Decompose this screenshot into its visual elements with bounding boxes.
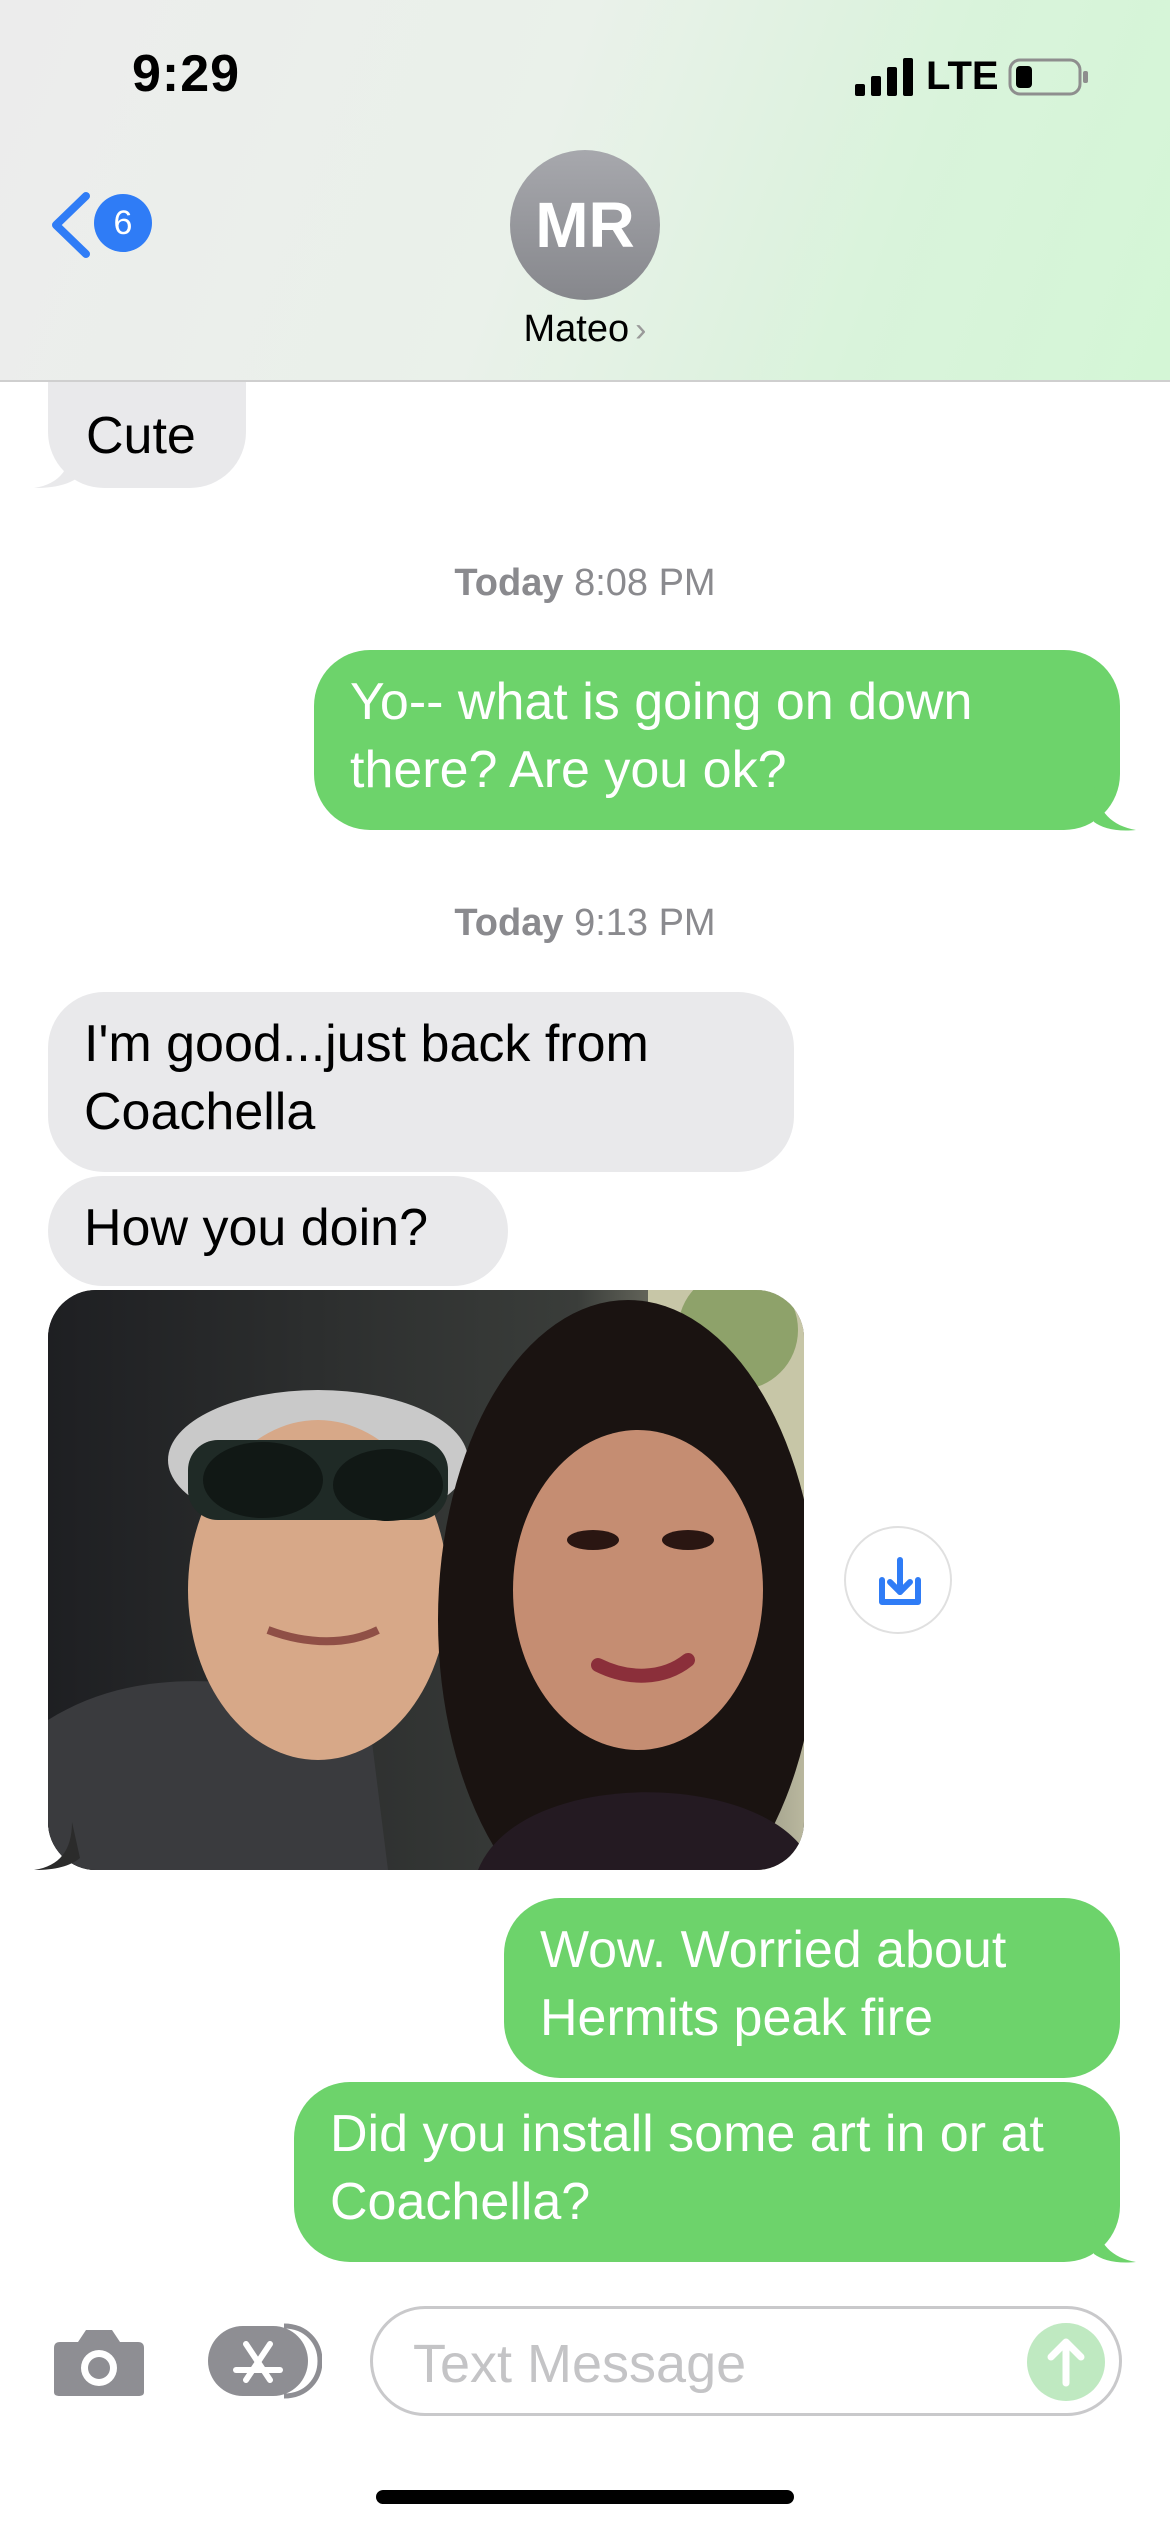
sent-message[interactable]: Did you install some art in or at Coache… [294,2082,1120,2262]
home-indicator[interactable] [376,2490,794,2504]
camera-icon[interactable] [52,2324,146,2398]
timestamp: Today 9:13 PM [0,902,1170,945]
selfie-image [48,1290,804,1870]
battery-icon [1008,58,1088,96]
arrow-up-icon [1047,2338,1085,2387]
bubble-tail [1094,2218,1136,2263]
download-icon [879,1557,921,1605]
unread-badge[interactable]: 6 [94,194,152,252]
network-type: LTE [926,54,999,98]
bubble-tail [34,1822,80,1870]
timestamp-day: Today [454,902,564,944]
signal-icon [855,58,913,96]
contact-name-label: Mateo [523,308,630,350]
save-photo-button[interactable] [844,1526,952,1634]
received-message[interactable]: I'm good...just back from Coachella [48,992,794,1172]
sent-message[interactable]: Wow. Worried about Hermits peak fire [504,1898,1120,2078]
photo-message[interactable] [48,1290,804,1870]
avatar[interactable]: MR [510,150,660,300]
status-time: 9:29 [132,45,241,103]
timestamp-day: Today [454,562,564,604]
message-input-placeholder: Text Message [413,2334,747,2394]
received-message[interactable]: How you doin? [48,1176,508,1286]
message-input[interactable]: Text Message [370,2306,1122,2416]
app-store-icon[interactable] [206,2322,322,2400]
timestamp-time: 8:08 PM [574,562,716,604]
bubble-tail [34,440,80,488]
timestamp: Today 8:08 PM [0,562,1170,605]
contact-name[interactable]: Mateo › [0,308,1170,351]
sent-message[interactable]: Yo-- what is going on down there? Are yo… [314,650,1120,830]
timestamp-time: 9:13 PM [574,902,716,944]
chevron-left-icon[interactable] [48,190,92,260]
chevron-right-icon: › [635,311,647,349]
send-button[interactable] [1027,2323,1105,2401]
conversation-header: 9:29 LTE 6 MR Mateo › [0,0,1170,382]
bubble-tail [1094,786,1136,831]
